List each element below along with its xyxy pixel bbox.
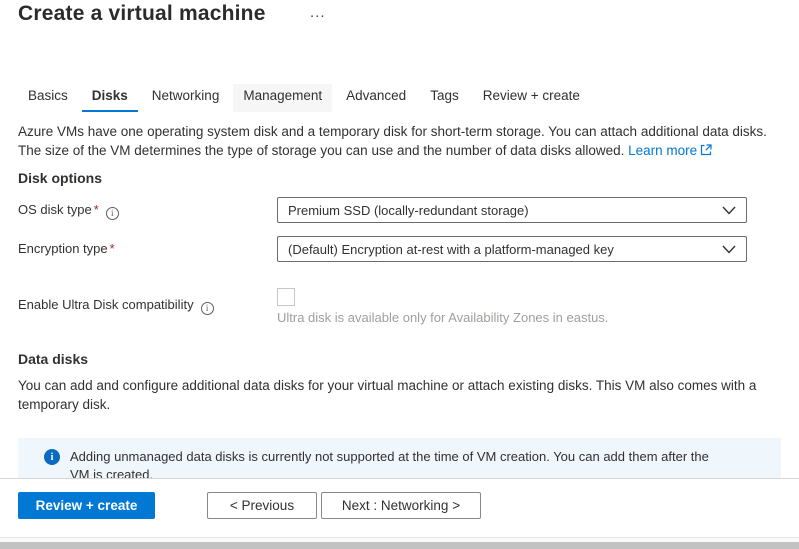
chevron-down-icon bbox=[722, 206, 736, 215]
data-disks-heading: Data disks bbox=[18, 351, 88, 367]
tab-tags[interactable]: Tags bbox=[420, 84, 469, 112]
learn-more-link[interactable]: Learn more bbox=[628, 143, 697, 158]
required-marker: * bbox=[94, 202, 99, 217]
ultra-disk-checkbox[interactable] bbox=[277, 288, 295, 306]
footer-bar: Review + create < Previous Next : Networ… bbox=[0, 478, 799, 537]
ultra-disk-label-text: Enable Ultra Disk compatibility bbox=[18, 297, 194, 312]
horizontal-scrollbar[interactable] bbox=[0, 537, 799, 548]
encryption-type-value: (Default) Encryption at-rest with a plat… bbox=[288, 242, 614, 257]
os-disk-type-value: Premium SSD (locally-redundant storage) bbox=[288, 203, 529, 218]
data-disks-description: You can add and configure additional dat… bbox=[18, 376, 762, 414]
info-icon[interactable]: i bbox=[201, 302, 214, 315]
tab-networking[interactable]: Networking bbox=[142, 84, 230, 112]
more-options-icon[interactable]: ... bbox=[306, 2, 330, 23]
os-disk-type-label: OS disk type* i bbox=[18, 202, 119, 220]
next-networking-button[interactable]: Next : Networking > bbox=[321, 492, 481, 519]
disk-options-heading: Disk options bbox=[18, 170, 102, 186]
tab-basics[interactable]: Basics bbox=[18, 84, 78, 112]
tab-advanced[interactable]: Advanced bbox=[336, 84, 416, 112]
page-title: Create a virtual machine bbox=[18, 2, 266, 26]
os-disk-type-select[interactable]: Premium SSD (locally-redundant storage) bbox=[277, 197, 747, 223]
info-icon[interactable]: i bbox=[106, 207, 119, 220]
intro-text: Azure VMs have one operating system disk… bbox=[18, 122, 784, 161]
external-link-icon bbox=[700, 142, 712, 161]
chevron-down-icon bbox=[722, 245, 736, 254]
tab-bar: Basics Disks Networking Management Advan… bbox=[18, 84, 594, 112]
required-marker: * bbox=[110, 241, 115, 256]
encryption-type-label-text: Encryption type bbox=[18, 241, 108, 256]
tab-disks[interactable]: Disks bbox=[82, 84, 138, 112]
review-create-button[interactable]: Review + create bbox=[18, 492, 155, 519]
encryption-type-label: Encryption type* bbox=[18, 241, 115, 256]
ultra-disk-note: Ultra disk is available only for Availab… bbox=[277, 310, 608, 325]
encryption-type-select[interactable]: (Default) Encryption at-rest with a plat… bbox=[277, 236, 747, 262]
tab-management[interactable]: Management bbox=[233, 84, 332, 112]
tab-review-create[interactable]: Review + create bbox=[473, 84, 590, 112]
os-disk-type-label-text: OS disk type bbox=[18, 202, 92, 217]
info-icon: i bbox=[44, 449, 60, 465]
ultra-disk-label: Enable Ultra Disk compatibility i bbox=[18, 297, 214, 315]
previous-button[interactable]: < Previous bbox=[207, 492, 317, 519]
